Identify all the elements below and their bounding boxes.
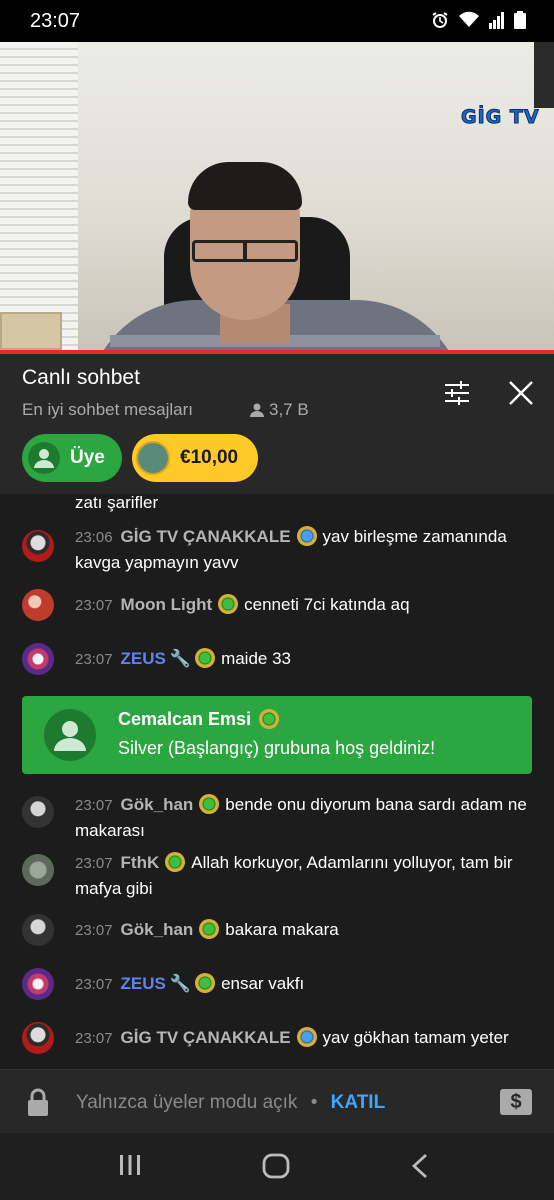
member-badge-icon bbox=[296, 526, 317, 546]
message-timestamp: 23:07 bbox=[75, 597, 113, 614]
back-button[interactable] bbox=[410, 1153, 430, 1184]
member-badge-icon bbox=[199, 794, 220, 814]
battery-icon bbox=[514, 11, 526, 29]
avatar[interactable] bbox=[22, 796, 54, 828]
chat-mode-dropdown[interactable]: En iyi sohbet mesajları bbox=[22, 400, 193, 420]
lock-icon bbox=[26, 1088, 50, 1121]
message-author[interactable]: Moon Light bbox=[121, 595, 213, 614]
chat-header: Canlı sohbet En iyi sohbet mesajları 3,7… bbox=[0, 354, 554, 494]
status-bar: 23:07 bbox=[0, 0, 554, 42]
member-author[interactable]: Cemalcan Emsi bbox=[118, 709, 251, 729]
ticker-member-label: Üye bbox=[70, 447, 105, 468]
recents-button[interactable] bbox=[118, 1153, 142, 1182]
person-icon bbox=[54, 721, 86, 751]
person-icon bbox=[250, 403, 264, 417]
close-chat-button[interactable] bbox=[506, 378, 536, 408]
super-chat-button[interactable]: $ bbox=[500, 1089, 532, 1115]
message-author[interactable]: Gök_han bbox=[121, 920, 194, 939]
signal-icon bbox=[489, 12, 504, 29]
members-only-notice: Yalnızca üyeler modu açık bbox=[76, 1092, 298, 1113]
avatar bbox=[28, 442, 60, 474]
message-author[interactable]: GİG TV ÇANAKKALE bbox=[121, 527, 291, 546]
message-text: ensar vakfı bbox=[221, 974, 305, 993]
avatar[interactable] bbox=[22, 589, 54, 621]
recents-icon bbox=[120, 1155, 140, 1175]
member-badge-icon bbox=[195, 648, 216, 668]
avatar[interactable] bbox=[22, 643, 54, 675]
message-text: maide 33 bbox=[221, 649, 291, 668]
back-icon bbox=[411, 1153, 427, 1179]
message-timestamp: 23:07 bbox=[75, 1030, 113, 1047]
ticker-member-chip[interactable]: Üye bbox=[22, 434, 122, 482]
moderator-wrench-icon: 🔧 bbox=[169, 649, 192, 668]
close-icon bbox=[509, 381, 533, 405]
chat-message-list[interactable]: zatı şarifler 23:06 GİG TV ÇANAKKALE yav b… bbox=[0, 494, 554, 1069]
message-text: zatı şarifler bbox=[75, 494, 159, 512]
ticker-superchat-amount: €10,00 bbox=[180, 447, 239, 468]
message-author[interactable]: FthK bbox=[121, 853, 160, 872]
status-icons bbox=[431, 11, 526, 29]
alarm-icon bbox=[432, 12, 448, 28]
member-badge-icon bbox=[296, 1027, 317, 1047]
avatar[interactable] bbox=[22, 914, 54, 946]
message-timestamp: 23:07 bbox=[75, 797, 113, 814]
member-badge-icon bbox=[259, 709, 280, 729]
viewer-count-value: 3,7 B bbox=[269, 400, 309, 419]
home-button[interactable] bbox=[262, 1153, 290, 1184]
moderator-wrench-icon: 🔧 bbox=[169, 974, 192, 993]
message-text: yav gökhan tamam yeter bbox=[322, 1028, 509, 1047]
message-author[interactable]: ZEUS bbox=[121, 649, 166, 668]
message-author[interactable]: Gök_han bbox=[121, 795, 194, 814]
message-timestamp: 23:07 bbox=[75, 651, 113, 668]
video-player[interactable]: GİG TV bbox=[0, 42, 554, 350]
filter-button[interactable] bbox=[442, 378, 472, 408]
member-badge-icon bbox=[199, 919, 220, 939]
message-timestamp: 23:07 bbox=[75, 976, 113, 993]
message-timestamp: 23:07 bbox=[75, 922, 113, 939]
avatar[interactable] bbox=[22, 1022, 54, 1054]
viewer-count: 3,7 B bbox=[250, 400, 309, 420]
message-text: cenneti 7ci katında aq bbox=[244, 595, 410, 614]
ticker-superchat-chip[interactable]: €10,00 bbox=[132, 434, 258, 482]
filter-icon bbox=[445, 381, 469, 405]
chat-input-bar: Yalnızca üyeler modu açık • KATIL $ bbox=[0, 1069, 554, 1133]
member-badge-icon bbox=[165, 852, 186, 872]
dollar-icon: $ bbox=[510, 1091, 522, 1113]
member-badge-icon bbox=[195, 973, 216, 993]
channel-logo: GİG TV bbox=[461, 106, 540, 129]
status-time: 23:07 bbox=[30, 10, 81, 32]
message-timestamp: 23:07 bbox=[75, 855, 113, 872]
member-badge-icon bbox=[218, 594, 239, 614]
membership-welcome-card: Cemalcan Emsi Silver (Başlangıç) grubuna… bbox=[22, 696, 532, 774]
home-icon bbox=[262, 1153, 290, 1179]
chat-title: Canlı sohbet bbox=[22, 366, 140, 389]
avatar bbox=[136, 441, 170, 475]
avatar[interactable] bbox=[22, 530, 54, 562]
separator-dot: • bbox=[310, 1092, 318, 1113]
wifi-icon bbox=[459, 11, 479, 27]
message-timestamp: 23:06 bbox=[75, 529, 113, 546]
message-text: bakara makara bbox=[225, 920, 339, 939]
android-nav-bar bbox=[0, 1133, 554, 1200]
member-welcome-text: Silver (Başlangıç) grubuna hoş geldiniz! bbox=[118, 738, 436, 758]
person-icon bbox=[34, 449, 54, 468]
avatar[interactable] bbox=[22, 968, 54, 1000]
join-button[interactable]: KATIL bbox=[331, 1092, 386, 1113]
message-author[interactable]: GİG TV ÇANAKKALE bbox=[121, 1028, 291, 1047]
message-author[interactable]: ZEUS bbox=[121, 974, 166, 993]
avatar[interactable] bbox=[22, 854, 54, 886]
avatar[interactable] bbox=[44, 709, 96, 761]
